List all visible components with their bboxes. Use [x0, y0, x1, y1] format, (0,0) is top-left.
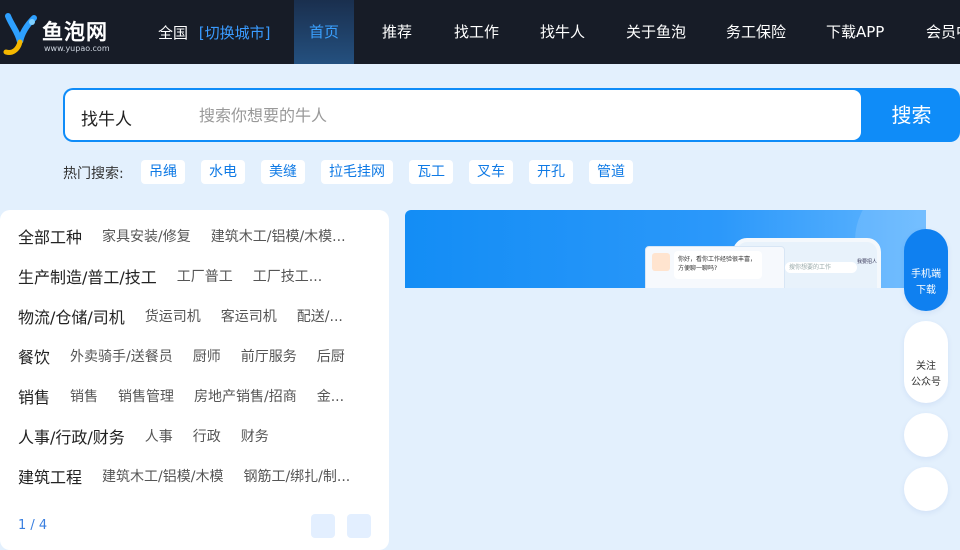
wechat-follow-label: 关注: [916, 361, 936, 372]
category-sub[interactable]: 金...: [317, 386, 344, 406]
category-sub[interactable]: 人事: [145, 426, 173, 446]
category-sub[interactable]: 建筑木工/铝模/木模...: [211, 226, 346, 246]
nav-find-talent[interactable]: 找牛人: [540, 0, 585, 64]
category-row: 销售 销售 销售管理 房地产销售/招商 金...: [18, 384, 364, 408]
wechat-follow-button[interactable]: 关注 公众号: [904, 321, 948, 403]
category-sub[interactable]: 厨师: [193, 346, 221, 366]
switch-city-link[interactable]: [切换城市]: [199, 24, 271, 42]
promo-banner[interactable]: 搜你想要的工作 我要招人 你好，看你工作经验很丰富，方便聊一聊吗?: [405, 210, 926, 288]
search-input[interactable]: [199, 100, 839, 130]
category-row: 餐饮 外卖骑手/送餐员 厨师 前厅服务 后厨: [18, 344, 365, 368]
category-sub[interactable]: 外卖骑手/送餐员: [70, 346, 173, 366]
logo-text: 鱼泡网: [42, 20, 108, 44]
nav-find-job[interactable]: 找工作: [454, 0, 499, 64]
page-indicator: 1 / 4: [18, 518, 48, 533]
category-sub[interactable]: 房地产销售/招商: [194, 386, 297, 406]
category-sub[interactable]: 工厂普工: [177, 266, 233, 286]
nav-insurance[interactable]: 务工保险: [726, 0, 786, 64]
category-main[interactable]: 物流/仓储/司机: [18, 304, 125, 328]
city-selector[interactable]: 全国 [切换城市]: [158, 22, 271, 43]
fish-logo-icon: [3, 13, 37, 55]
category-sub[interactable]: 货运司机: [145, 306, 201, 326]
app-download-button[interactable]: 手机端 下载: [904, 229, 948, 311]
hot-tag[interactable]: 水电: [201, 160, 245, 184]
category-row: 物流/仓储/司机 货运司机 客运司机 配送/...: [18, 304, 363, 328]
top-header: 鱼泡网 www.yupao.com 全国 [切换城市] 首页 推荐 找工作 找牛…: [0, 0, 960, 64]
avatar: [652, 253, 670, 271]
category-row: 建筑工程 建筑木工/铝模/木模 钢筋工/绑扎/制...: [18, 464, 370, 488]
category-sub[interactable]: 销售: [70, 386, 98, 406]
next-page-button[interactable]: [347, 514, 371, 538]
hot-tag[interactable]: 瓦工: [409, 160, 453, 184]
prev-page-button[interactable]: [311, 514, 335, 538]
phone-search-field: 搜你想要的工作: [785, 262, 857, 273]
hot-tag[interactable]: 美缝: [261, 160, 305, 184]
category-sub[interactable]: 配送/...: [297, 306, 343, 326]
hot-tag[interactable]: 管道: [589, 160, 633, 184]
hot-tag[interactable]: 拉毛挂网: [321, 160, 393, 184]
nav-recommend[interactable]: 推荐: [382, 0, 412, 64]
phone-publish-label: 我要招人: [857, 259, 878, 265]
category-sub[interactable]: 销售管理: [118, 386, 174, 406]
hot-search-label: 热门搜索:: [63, 166, 124, 182]
category-sub[interactable]: 家具安装/修复: [102, 226, 191, 246]
category-main[interactable]: 全部工种: [18, 224, 82, 248]
current-city: 全国: [158, 24, 189, 42]
nav-about[interactable]: 关于鱼泡: [626, 0, 686, 64]
nav-download-app[interactable]: 下载APP: [826, 0, 884, 64]
logo-url: www.yupao.com: [44, 44, 110, 53]
category-sub[interactable]: 财务: [241, 426, 269, 446]
chat-message: 你好，看你工作经验很丰富，方便聊一聊吗?: [674, 251, 762, 279]
app-download-label: 手机端: [911, 269, 941, 280]
category-sub[interactable]: 客运司机: [221, 306, 277, 326]
search-type-label[interactable]: 找牛人: [81, 105, 132, 130]
side-tool-button[interactable]: [904, 413, 948, 457]
search-bar: 找牛人 搜索: [63, 88, 960, 142]
logo[interactable]: 鱼泡网 www.yupao.com: [0, 8, 120, 58]
category-main[interactable]: 人事/行政/财务: [18, 424, 125, 448]
category-sub[interactable]: 钢筋工/绑扎/制...: [243, 466, 350, 486]
category-main[interactable]: 餐饮: [18, 344, 50, 368]
category-row: 全部工种 家具安装/修复 建筑木工/铝模/木模...: [18, 224, 366, 248]
nav-home[interactable]: 首页: [294, 0, 354, 64]
back-to-top-button[interactable]: [904, 467, 948, 511]
app-download-label: 下载: [916, 285, 936, 296]
category-main[interactable]: 生产制造/普工/技工: [18, 264, 157, 288]
category-row: 生产制造/普工/技工 工厂普工 工厂技工...: [18, 264, 342, 288]
search-button[interactable]: 搜索: [863, 88, 960, 142]
category-sub[interactable]: 建筑木工/铝模/木模: [102, 466, 223, 486]
wechat-follow-label: 公众号: [911, 377, 941, 388]
category-panel: 全部工种 家具安装/修复 建筑木工/铝模/木模... 生产制造/普工/技工 工厂普工工…: [0, 210, 389, 550]
category-main[interactable]: 销售: [18, 384, 50, 408]
category-main[interactable]: 建筑工程: [18, 464, 82, 488]
category-sub[interactable]: 后厨: [317, 346, 345, 366]
category-sub[interactable]: 工厂技工...: [253, 266, 322, 286]
nav-member-center[interactable]: 会员中心: [926, 0, 960, 64]
search-inner: 找牛人: [65, 90, 861, 140]
category-sub[interactable]: 行政: [193, 426, 221, 446]
chat-card: 你好，看你工作经验很丰富，方便聊一聊吗?: [645, 246, 785, 288]
hot-tag[interactable]: 叉车: [469, 160, 513, 184]
category-sub[interactable]: 前厅服务: [241, 346, 297, 366]
category-row: 人事/行政/财务 人事 行政 财务: [18, 424, 289, 448]
hot-tag[interactable]: 吊绳: [141, 160, 185, 184]
hot-tag[interactable]: 开孔: [529, 160, 573, 184]
